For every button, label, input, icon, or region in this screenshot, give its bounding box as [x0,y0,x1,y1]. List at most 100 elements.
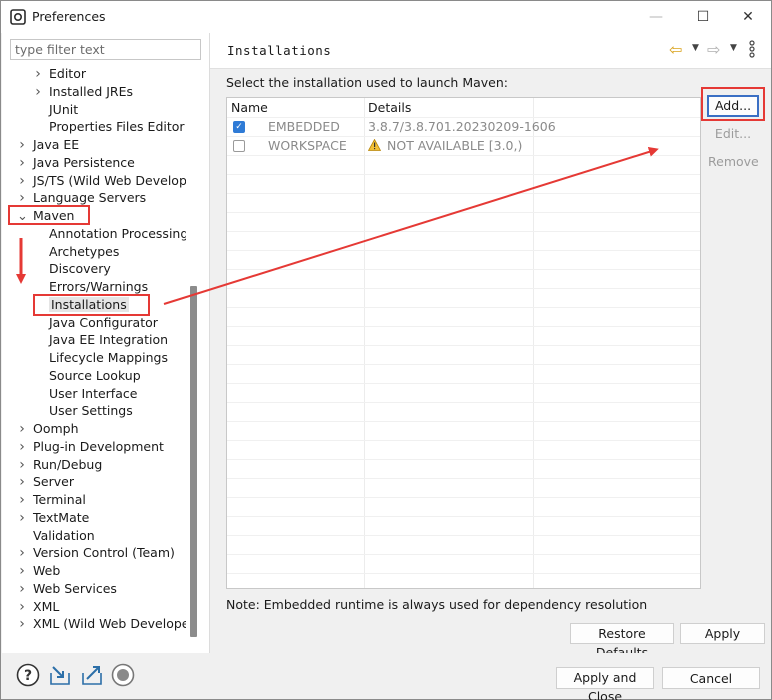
edit-button[interactable]: Edit... [707,123,759,145]
tree-item-web-services[interactable]: › Web Services [17,580,117,598]
tree-item-xml-wild-web-developer[interactable]: › XML (Wild Web Developer) [17,615,186,633]
chevron-right-icon[interactable]: › [17,456,27,474]
chevron-right-icon[interactable]: › [17,189,27,207]
tree-item-textmate[interactable]: › TextMate [17,509,89,527]
column-divider[interactable] [364,98,365,588]
export-icon[interactable] [80,663,104,687]
tree-item-java-ee-integration[interactable]: Java EE Integration [33,331,168,349]
row-divider [227,288,700,289]
import-icon[interactable] [48,663,72,687]
tree-item-junit[interactable]: JUnit [33,101,78,119]
chevron-right-icon[interactable]: › [17,172,27,190]
chevron-right-icon[interactable]: › [33,65,43,83]
tree-item-label: Archetypes [49,243,120,259]
row-divider [227,345,700,346]
tree-item-maven[interactable]: ⌄ Maven [17,207,74,225]
tree-item-properties-files-editor[interactable]: Properties Files Editor [33,118,185,136]
chevron-right-icon[interactable]: › [17,544,27,562]
forward-history-dropdown-icon[interactable]: ▼ [730,43,737,53]
column-header-details[interactable]: Details [368,98,411,117]
tree-item-java-configurator[interactable]: Java Configurator [33,314,158,332]
tree-item-run-debug[interactable]: › Run/Debug [17,456,102,474]
cancel-button[interactable]: Cancel [662,667,760,689]
tree-item-installed-jres[interactable]: › Installed JREs [33,83,133,101]
forward-arrow-icon[interactable]: ⇨ [707,40,720,59]
tree-item-user-interface[interactable]: User Interface [33,385,137,403]
help-icon[interactable]: ? [16,663,40,687]
tree-item-language-servers[interactable]: › Language Servers [17,189,146,207]
chevron-right-icon[interactable]: › [17,420,27,438]
tree-item-terminal[interactable]: › Terminal [17,491,86,509]
embedded-name-cell[interactable]: EMBEDDED [268,118,340,136]
tree-item-java-persistence[interactable]: › Java Persistence [17,154,135,172]
tree-item-oomph[interactable]: › Oomph [17,420,78,438]
column-header-name[interactable]: Name [231,98,268,117]
tree-vertical-scroll-thumb[interactable] [190,286,197,637]
page-title: Installations [227,43,332,58]
chevron-right-icon[interactable]: › [33,83,43,101]
tree-item-label: Properties Files Editor [49,119,185,135]
tree-item-errors-warnings[interactable]: Errors/Warnings [33,278,148,296]
filter-input[interactable] [10,39,201,60]
chevron-right-icon[interactable]: › [17,154,27,172]
row-divider [227,440,700,441]
chevron-right-icon[interactable]: › [17,615,27,633]
minimize-button[interactable]: — [633,1,679,33]
embedded-details-cell[interactable]: 3.8.7/3.8.701.20230209-1606 [368,118,556,136]
tree-item-java-ee[interactable]: › Java EE [17,136,79,154]
row-divider [227,383,700,384]
row-divider [227,231,700,232]
tree-item-label: Server [33,474,74,490]
tree-item-server[interactable]: › Server [17,473,74,491]
installations-table[interactable]: Name Details ✓ EMBEDDED 3.8.7/3.8.701.20… [226,97,701,589]
chevron-right-icon[interactable]: › [17,438,27,456]
tree-item-label: Web [33,563,61,578]
row-divider [227,573,700,574]
tree-item-user-settings[interactable]: User Settings [33,402,133,420]
back-history-dropdown-icon[interactable]: ▼ [692,43,699,53]
record-icon[interactable] [111,663,135,687]
apply-and-close-button[interactable]: Apply and Close [556,667,654,700]
close-button[interactable]: ✕ [725,1,771,33]
tree-item-web[interactable]: › Web [17,562,60,580]
workspace-name-cell[interactable]: WORKSPACE [268,137,347,155]
tree-item-plug-in-development[interactable]: › Plug-in Development [17,438,164,456]
tree-item-discovery[interactable]: Discovery [33,260,111,278]
maximize-button[interactable]: ☐ [680,1,726,33]
chevron-right-icon[interactable]: › [17,580,27,598]
tree-item-installations[interactable]: Installations [33,296,129,314]
back-arrow-icon[interactable]: ⇦ [669,40,682,59]
tree-item-source-lookup[interactable]: Source Lookup [33,367,141,385]
tree-item-xml[interactable]: › XML [17,598,59,616]
tree-item-archetypes[interactable]: Archetypes [33,243,119,261]
tree-item-version-control-team[interactable]: › Version Control (Team) [17,544,175,562]
tree-item-annotation-processing[interactable]: Annotation Processing [33,225,186,243]
workspace-details-cell[interactable]: NOT AVAILABLE [3.0,) [368,137,522,155]
tree-item-validation[interactable]: Validation [17,527,95,545]
view-menu-icon[interactable] [748,39,756,59]
row-divider [227,421,700,422]
embedded-checkbox[interactable]: ✓ [233,121,245,133]
chevron-right-icon[interactable]: › [17,473,27,491]
add-button[interactable]: Add... [707,95,759,117]
tree-item-js-ts-wild-web-developer[interactable]: › JS/TS (Wild Web Developer) [17,172,186,190]
chevron-right-icon[interactable]: › [17,598,27,616]
tree-item-lifecycle-mappings[interactable]: Lifecycle Mappings [33,349,168,367]
chevron-right-icon[interactable]: › [17,491,27,509]
column-divider[interactable] [533,98,534,588]
chevron-right-icon[interactable]: › [17,509,27,527]
tree-item-label: Errors/Warnings [49,279,149,294]
restore-defaults-button[interactable]: Restore Defaults [570,623,674,660]
tree-item-editor[interactable]: › Editor [33,65,86,83]
tree-item-label: Java EE Integration [49,332,169,348]
svg-text:?: ? [24,668,32,684]
chevron-down-icon[interactable]: ⌄ [17,208,28,226]
chevron-right-icon[interactable]: › [17,562,27,580]
tree-item-label: User Settings [49,403,133,419]
apply-button[interactable]: Apply [680,623,765,644]
chevron-right-icon[interactable]: › [17,136,27,154]
remove-button[interactable]: Remove [707,151,759,173]
workspace-checkbox[interactable] [233,140,245,152]
row-divider [227,459,700,460]
row-divider [227,269,700,270]
